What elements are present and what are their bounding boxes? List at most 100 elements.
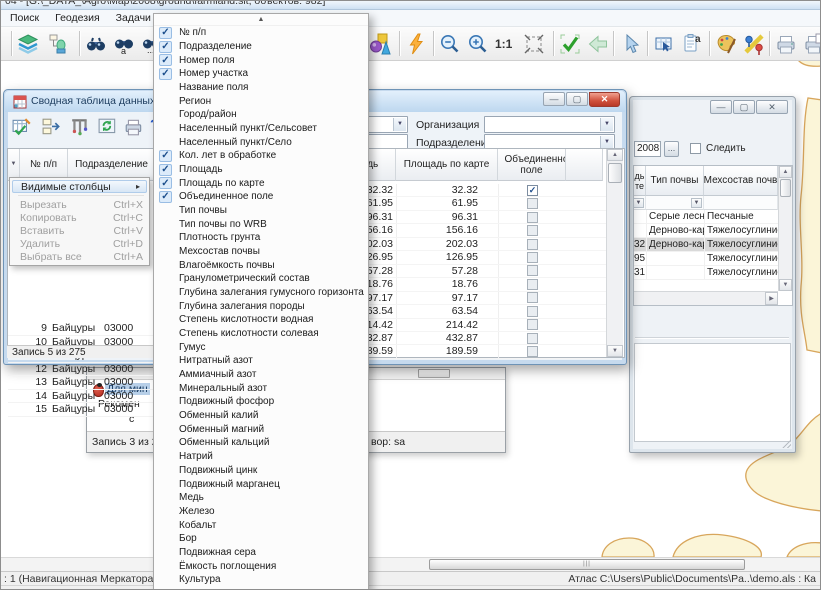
merged-field-checkbox[interactable] [527,225,538,236]
column-menu-item[interactable]: Подвижный цинк [154,464,368,478]
merged-field-checkbox[interactable] [527,212,538,223]
scale-1-1-button[interactable]: 1:1 [495,37,512,51]
export-button[interactable] [40,114,66,140]
column-menu-item[interactable]: Степень кислотности водная [154,313,368,327]
scroll-right-icon[interactable]: ▶ [765,292,778,305]
menubar-item[interactable]: Поиск [2,11,47,25]
merged-field-checkbox[interactable] [527,346,538,357]
column-menu-item[interactable]: Обменный кальций [154,436,368,450]
merged-field-checkbox[interactable] [527,198,538,209]
vertical-scrollbar[interactable]: ▲ ▼ [778,166,792,291]
close-button[interactable]: ✕ [589,92,620,107]
menubar-item[interactable]: Геодезия [47,11,108,25]
column-menu-item[interactable]: Гранулометрический состав [154,272,368,286]
column-menu-item[interactable]: ✓ Объединенное поле [154,190,368,204]
menu-scroll-up-icon[interactable]: ▲ [154,14,368,26]
context-menu-item[interactable]: Удалить Ctrl+D [10,237,149,250]
filter-cell[interactable]: ▼ [634,196,646,210]
column-header-merged[interactable]: Объединенное поле [498,149,566,181]
table-row[interactable]: 12 Байцуры 03000 [8,363,156,377]
merged-field-checkbox[interactable] [527,279,538,290]
column-menu-item[interactable]: Натрий [154,450,368,464]
layers-button[interactable] [15,30,42,57]
column-menu-item[interactable]: Обменный калий [154,409,368,423]
merged-field-checkbox[interactable] [527,333,538,344]
organization-combo[interactable]: ▼ [484,116,615,133]
column-menu-item[interactable]: ✓ Номер участка [154,67,368,81]
refresh-button[interactable] [96,114,122,140]
scrollbar-thumb[interactable] [780,179,791,197]
fit-extent-button[interactable] [521,30,548,57]
year-field[interactable]: 2008 [634,141,661,157]
column-menu-item[interactable]: Обменный магний [154,422,368,436]
table-row[interactable]: Серые лесные Песчаные [634,210,778,224]
column-menu-item[interactable]: Плотность грунта [154,231,368,245]
palette-button[interactable] [713,30,740,57]
attributes-button[interactable]: a [679,30,706,57]
3d-shapes-button[interactable] [367,30,394,57]
table-row[interactable]: 32 Дерново-карб Тяжелосуглинисть [634,238,778,252]
column-menu-item[interactable]: Культура [154,573,368,587]
table-row[interactable]: 31 Тяжелосуглинисть [634,266,778,280]
table-row[interactable]: 15 Байцуры 03000 [8,403,156,417]
filter-dropdown-icon[interactable]: ▼ [691,198,702,208]
column-menu-item[interactable]: Аммиачный азот [154,368,368,382]
column-menu-item[interactable]: Подвижный марганец [154,477,368,491]
column-menu-item[interactable]: Подвижная сера [154,546,368,560]
vertical-scrollbar[interactable]: ▲ ▼ [606,149,623,357]
map-horizontal-scrollbar[interactable]: ||| [1,557,820,571]
column-menu-item[interactable]: Медь [154,491,368,505]
legend-tree-button[interactable] [45,30,72,57]
table-row[interactable]: 9 Байцуры 03000 [8,322,156,336]
scrollbar-thumb[interactable] [418,369,450,378]
columns-button[interactable] [68,114,94,140]
print-page-button[interactable] [801,30,821,57]
table-select-button[interactable] [651,30,678,57]
column-menu-item[interactable]: ✓ Площадь по карте [154,176,368,190]
accept-button[interactable] [557,30,584,57]
column-header-soil-type[interactable]: Тип почвы [646,166,704,196]
search-button[interactable] [83,30,110,57]
column-menu-item[interactable]: Подвижный фосфор [154,395,368,409]
table-row[interactable]: 95 Тяжелосуглинисть [634,252,778,266]
column-menu-item[interactable]: Город/район [154,108,368,122]
close-button[interactable]: ✕ [756,100,788,114]
column-menu-item[interactable]: ✓ Кол. лет в обработке [154,149,368,163]
column-menu-item[interactable]: Тип почвы [154,204,368,218]
merged-field-checkbox[interactable] [527,239,538,250]
column-menu-item[interactable]: Степень кислотности солевая [154,327,368,341]
column-menu-item[interactable]: Железо [154,505,368,519]
column-menu-item[interactable]: Минеральный азот [154,381,368,395]
scroll-down-icon[interactable]: ▼ [607,345,623,357]
column-header-area-map[interactable]: Площадь по карте [396,149,498,181]
column-menu-item[interactable]: Нитратный азот [154,354,368,368]
table-row[interactable]: 14 Байцуры 03000 [8,390,156,404]
column-menu-item[interactable]: ✓ Подразделение [154,40,368,54]
resize-grip[interactable] [782,439,791,448]
context-menu-item[interactable]: Вырезать Ctrl+X [10,198,149,211]
column-menu-item[interactable]: Название поля [154,81,368,95]
context-menu-item[interactable]: Видимые столбцы ▸ [12,180,147,193]
pointer-button[interactable] [617,30,644,57]
table-row[interactable]: 13 Байцуры 03000 [8,376,156,390]
column-menu-item[interactable]: Гумус [154,340,368,354]
merged-field-checkbox[interactable]: ✓ [527,185,538,196]
filter-dropdown-icon[interactable]: ▼ [11,159,17,170]
print-button[interactable] [773,30,800,57]
scrollbar-thumb[interactable] [608,163,622,183]
column-menu-item[interactable]: ✓ Площадь [154,163,368,177]
browse-button[interactable]: ... [664,141,679,157]
scroll-down-icon[interactable]: ▼ [779,279,792,291]
column-menu-item[interactable]: Населенный пункт/Село [154,135,368,149]
column-menu-item[interactable]: Ёмкость поглощения [154,559,368,573]
maximize-button[interactable]: ▢ [733,100,755,114]
dropdown-arrow-icon[interactable]: ▼ [393,118,406,131]
column-menu-item[interactable]: Мехсостав почвы [154,245,368,259]
minimize-button[interactable]: — [710,100,732,114]
context-menu-item[interactable]: Выбрать все Ctrl+A [10,250,149,263]
search-text-button[interactable]: a [111,30,138,57]
grid-edit-button[interactable] [10,114,36,140]
follow-checkbox[interactable] [690,143,701,154]
merged-field-checkbox[interactable] [527,306,538,317]
filter-cell[interactable]: ▼ [646,196,704,210]
